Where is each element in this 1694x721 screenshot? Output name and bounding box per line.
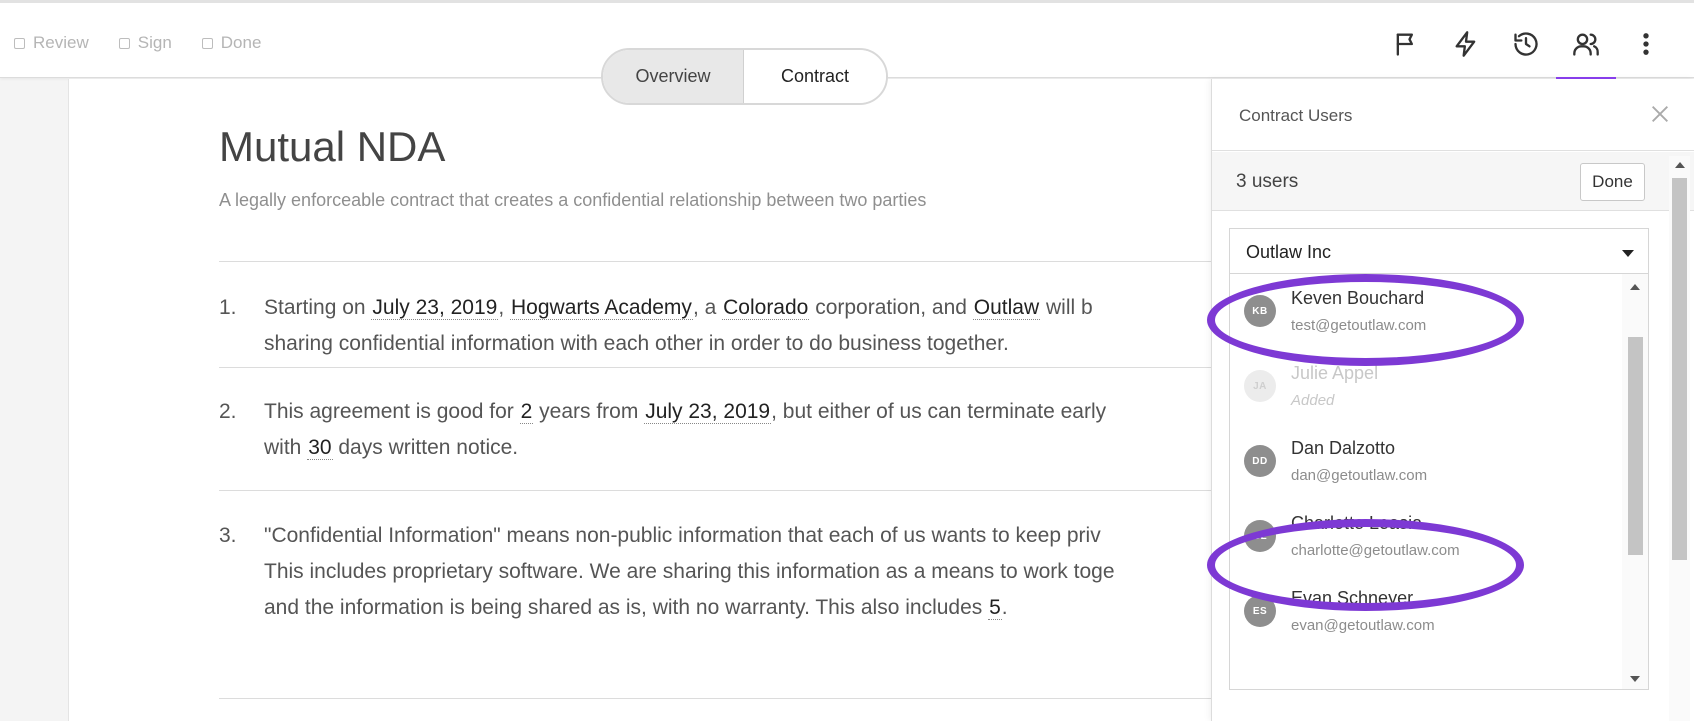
field-effective-date[interactable]: July 23, 2019	[644, 400, 772, 424]
user-email: evan@getoutlaw.com	[1291, 617, 1435, 634]
scrollbar-thumb[interactable]	[1628, 337, 1643, 555]
clause-text-run: with	[264, 436, 308, 459]
clause-text-run: , but either of us can terminate early	[771, 400, 1107, 423]
clause-text-run: corporation, and	[809, 296, 973, 319]
user-name: Evan Schneyer	[1291, 588, 1414, 608]
step-review[interactable]: Review	[14, 33, 89, 53]
clause-line: Starting on July 23, 2019, Hogwarts Acad…	[264, 290, 1093, 326]
panel-scrollbar[interactable]	[1669, 156, 1690, 721]
step-done[interactable]: Done	[201, 33, 262, 53]
clause-text: This agreement is good for 2 years from …	[264, 394, 1106, 466]
step-label: Review	[33, 33, 89, 52]
avatar: KB	[1244, 295, 1276, 327]
lightning-icon[interactable]	[1451, 29, 1481, 59]
scrollbar-thumb[interactable]	[1672, 178, 1687, 560]
user-name: Julie Appel	[1291, 363, 1379, 383]
step-label: Done	[220, 33, 262, 52]
scroll-up-icon[interactable]	[1675, 162, 1685, 168]
divider	[219, 698, 1289, 699]
clause-number: 1.	[219, 296, 237, 319]
checkbox-icon	[118, 37, 130, 49]
checkbox-icon	[14, 37, 25, 49]
field-counterparty[interactable]: Outlaw	[972, 296, 1041, 320]
scroll-up-icon[interactable]	[1630, 284, 1640, 290]
clause-text-run: This agreement is good for	[264, 400, 520, 423]
divider	[219, 261, 1289, 262]
clause-text-run: will b	[1040, 296, 1093, 319]
list-scrollbar[interactable]	[1622, 274, 1648, 689]
panel-header: Contract Users	[1212, 79, 1694, 151]
organization-select[interactable]: Outlaw Inc	[1229, 228, 1649, 274]
list-item-user[interactable]: CL Charlotte Leasia charlotte@getoutlaw.…	[1230, 493, 1620, 574]
user-name: Dan Dalzotto	[1291, 438, 1396, 458]
field-state[interactable]: Colorado	[722, 296, 810, 320]
organization-select-value: Outlaw Inc	[1246, 242, 1332, 262]
clause-line: This agreement is good for 2 years from …	[264, 394, 1106, 430]
step-label: Sign	[137, 33, 172, 52]
history-icon[interactable]	[1511, 29, 1541, 59]
avatar: DD	[1244, 445, 1276, 477]
close-icon[interactable]	[1649, 103, 1673, 127]
clause-number: 3.	[219, 524, 237, 547]
clause-text-run: , a	[692, 296, 723, 319]
clause-line: "Confidential Information" means non-pub…	[264, 524, 1101, 547]
field-start-date[interactable]: July 23, 2019	[371, 296, 499, 320]
user-name: Charlotte Leasia	[1291, 513, 1423, 533]
scroll-down-icon[interactable]	[1630, 676, 1640, 682]
field-includes[interactable]: 5	[988, 596, 1002, 620]
field-party-name[interactable]: Hogwarts Academy	[510, 296, 693, 320]
avatar: CL	[1244, 520, 1276, 552]
list-item-user[interactable]: KB Keven Bouchard test@getoutlaw.com	[1230, 274, 1620, 349]
chevron-down-icon	[1622, 250, 1634, 257]
clause-line: with 30 days written notice.	[264, 430, 1106, 466]
flag-icon[interactable]	[1391, 29, 1421, 59]
divider	[219, 490, 1289, 491]
clause-text-run: days written notice.	[332, 436, 519, 459]
avatar: JA	[1244, 370, 1276, 402]
divider	[219, 367, 1289, 368]
user-count-bar: 3 users Done	[1212, 152, 1694, 211]
workflow-steps: Review Sign Done	[14, 33, 261, 53]
users-icon[interactable]	[1571, 29, 1601, 59]
user-email: test@getoutlaw.com	[1291, 317, 1427, 334]
page-title: Mutual NDA	[219, 123, 446, 170]
user-name: Keven Bouchard	[1291, 288, 1425, 308]
user-count: 3 users	[1236, 171, 1299, 192]
clause-line: and the information is being shared as i…	[264, 590, 1115, 626]
user-list: KB Keven Bouchard test@getoutlaw.com JA …	[1229, 274, 1649, 690]
checkbox-icon	[201, 37, 213, 49]
clause-text-run: .	[1001, 596, 1008, 619]
list-item-user[interactable]: ES Evan Schneyer evan@getoutlaw.com	[1230, 568, 1620, 649]
clause-text-run: ,	[498, 296, 511, 319]
done-button[interactable]: Done	[1580, 163, 1645, 201]
list-item-user: JA Julie Appel Added	[1230, 343, 1620, 424]
user-status: Added	[1291, 392, 1335, 409]
tab-overview[interactable]: Overview	[603, 50, 744, 103]
list-item-user[interactable]: DD Dan Dalzotto dan@getoutlaw.com	[1230, 418, 1620, 499]
clause-line: This includes proprietary software. We a…	[264, 560, 1115, 583]
clause-line: sharing confidential information with ea…	[264, 332, 1009, 355]
clause-text: "Confidential Information" means non-pub…	[264, 518, 1115, 626]
user-email: charlotte@getoutlaw.com	[1291, 542, 1460, 559]
view-tabs: Overview Contract	[601, 48, 888, 105]
contract-users-panel: Contract Users 3 users Done Outlaw Inc K…	[1211, 79, 1694, 721]
clause-text-run: Starting on	[264, 296, 372, 319]
tab-contract[interactable]: Contract	[744, 50, 886, 103]
field-term-years[interactable]: 2	[519, 400, 534, 424]
clause-text-run: and the information is being shared as i…	[264, 596, 989, 619]
field-notice-days[interactable]: 30	[307, 436, 333, 460]
more-vertical-icon[interactable]	[1631, 29, 1661, 59]
avatar: ES	[1244, 595, 1276, 627]
user-email: dan@getoutlaw.com	[1291, 467, 1428, 484]
page-subtitle: A legally enforceable contract that crea…	[219, 190, 927, 210]
clause-number: 2.	[219, 400, 237, 423]
clause-text-run: years from	[533, 400, 645, 423]
panel-title: Contract Users	[1239, 106, 1353, 125]
contract-document: Mutual NDA A legally enforceable contrac…	[68, 79, 1289, 721]
clause-text: Starting on July 23, 2019, Hogwarts Acad…	[264, 290, 1093, 362]
step-sign[interactable]: Sign	[118, 33, 172, 53]
